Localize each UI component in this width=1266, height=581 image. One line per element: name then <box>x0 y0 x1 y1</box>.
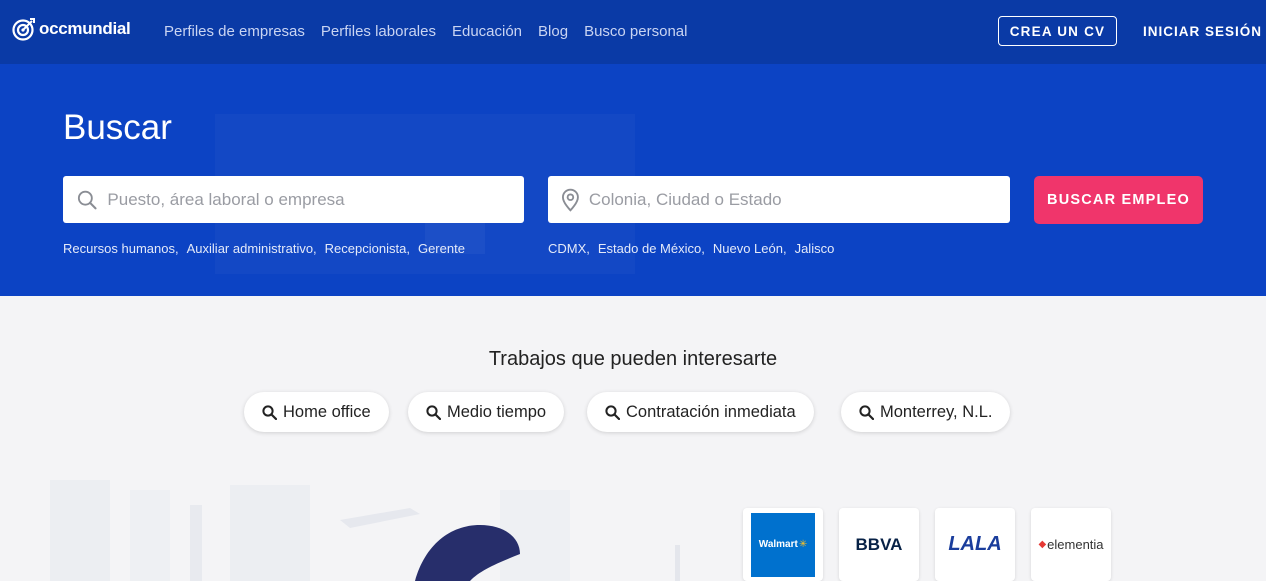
elementia-mark-icon: ◆ <box>1038 539 1047 550</box>
location-suggestion-link[interactable]: Jalisco <box>795 241 835 256</box>
create-cv-button[interactable]: CREA UN CV <box>998 16 1117 46</box>
job-suggestion-link[interactable]: Gerente <box>418 241 465 256</box>
main-nav: Perfiles de empresas Perfiles laborales … <box>164 23 687 40</box>
top-navbar: occmundial Perfiles de empresas Perfiles… <box>0 0 1266 64</box>
search-icon <box>859 404 874 420</box>
elementia-logo: elementia <box>1047 537 1104 552</box>
chip-contratacion-inmediata[interactable]: Contratación inmediata <box>587 392 814 432</box>
target-logo-icon <box>12 18 35 41</box>
job-suggestion-link[interactable]: Auxiliar administrativo, <box>187 241 317 256</box>
chip-home-office[interactable]: Home office <box>244 392 389 432</box>
search-icon <box>77 190 97 209</box>
company-card-elementia[interactable]: ◆ elementia <box>1031 508 1111 581</box>
login-button[interactable]: INICIAR SESIÓN <box>1143 24 1262 39</box>
bbva-logo: BBVA <box>855 534 903 554</box>
job-suggestion-link[interactable]: Recursos humanos, <box>63 241 179 256</box>
walmart-logo: Walmart ✳ <box>751 512 815 577</box>
interests-title: Trabajos que pueden interesarte <box>488 348 778 370</box>
search-jobs-button[interactable]: BUSCAR EMPLEO <box>1034 176 1203 224</box>
job-search-input[interactable] <box>105 188 524 211</box>
chip-label: Monterrey, N.L. <box>880 402 993 421</box>
search-icon <box>426 404 441 420</box>
location-suggestion-link[interactable]: CDMX, <box>548 241 590 256</box>
logo-text: occmundial <box>39 19 131 38</box>
occmundial-logo[interactable]: occmundial <box>12 17 131 41</box>
company-card-bbva[interactable]: BBVA <box>839 508 919 581</box>
job-suggestion-link[interactable]: Recepcionista, <box>325 241 410 256</box>
nav-perfiles-empresas[interactable]: Perfiles de empresas <box>164 23 305 40</box>
nav-educacion[interactable]: Educación <box>452 23 522 40</box>
chip-medio-tiempo[interactable]: Medio tiempo <box>408 392 565 432</box>
search-icon <box>262 404 277 420</box>
location-suggestion-link[interactable]: Nuevo León, <box>713 241 787 256</box>
job-search-field[interactable] <box>63 176 524 223</box>
location-pin-icon <box>562 188 579 212</box>
location-suggestion-link[interactable]: Estado de México, <box>598 241 705 256</box>
city-illustration <box>50 480 680 581</box>
search-title: Buscar <box>63 108 172 147</box>
hero-search-section: Buscar BUSCAR EMPLEO Recursos humanos, A… <box>0 64 1266 296</box>
location-search-input[interactable] <box>586 188 1010 211</box>
chip-label: Contratación inmediata <box>626 402 796 421</box>
search-icon <box>605 404 620 420</box>
nav-perfiles-laborales[interactable]: Perfiles laborales <box>321 23 436 40</box>
nav-busco-personal[interactable]: Busco personal <box>584 23 687 40</box>
chip-label: Medio tiempo <box>447 402 547 421</box>
company-card-lala[interactable]: LALA <box>935 508 1015 581</box>
location-search-field[interactable] <box>548 176 1010 223</box>
location-suggestions: CDMX, Estado de México, Nuevo León, Jali… <box>548 241 834 256</box>
chip-label: Home office <box>283 402 371 421</box>
chip-monterrey[interactable]: Monterrey, N.L. <box>841 392 1011 432</box>
nav-blog[interactable]: Blog <box>538 23 568 40</box>
job-suggestions: Recursos humanos, Auxiliar administrativ… <box>63 241 465 256</box>
lala-logo: LALA <box>948 533 1002 555</box>
company-card-walmart[interactable]: Walmart ✳ <box>743 508 823 581</box>
